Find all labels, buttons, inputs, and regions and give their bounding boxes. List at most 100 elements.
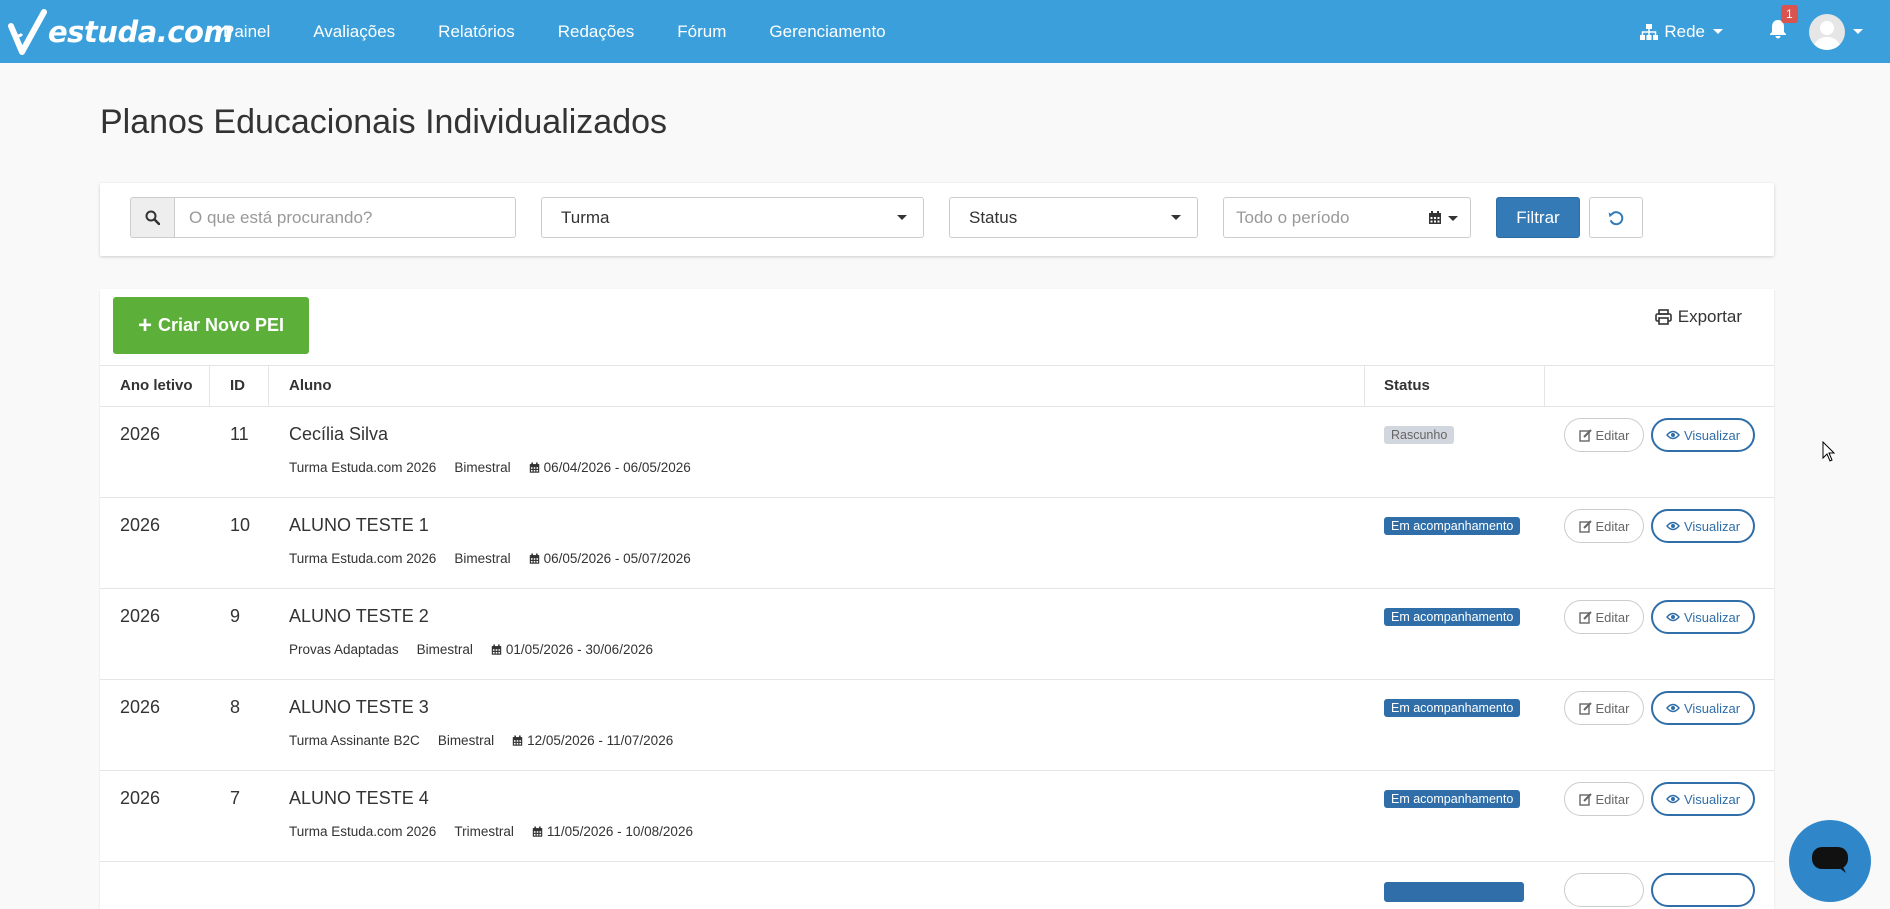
- edit-icon: [1578, 792, 1592, 806]
- edit-icon: [1578, 428, 1592, 442]
- row-turma: Turma Estuda.com 2026: [289, 460, 437, 475]
- row-turma: Provas Adaptadas: [289, 642, 399, 657]
- row-aluno: ALUNO TESTE 4: [289, 788, 429, 808]
- edit-label: Editar: [1595, 700, 1630, 716]
- row-aluno: Cecília Silva: [289, 424, 389, 444]
- period-picker-icons: [1428, 211, 1458, 225]
- table-header: Ano letivo ID Aluno Status: [100, 365, 1774, 407]
- notification-badge: 1: [1781, 5, 1798, 23]
- edit-button[interactable]: Editar: [1564, 418, 1644, 452]
- edit-button[interactable]: Editar: [1564, 600, 1644, 634]
- view-button[interactable]: Visualizar: [1651, 600, 1755, 634]
- view-button[interactable]: Visualizar: [1651, 418, 1755, 452]
- view-label: Visualizar: [1683, 427, 1741, 443]
- edit-label: Editar: [1595, 609, 1630, 625]
- row-details: Turma Estuda.com 2026 Trimestral 11/05/2…: [289, 824, 693, 839]
- row-datas: 01/05/2026 - 30/06/2026: [505, 642, 653, 657]
- edit-button[interactable]: Editar: [1564, 691, 1644, 725]
- view-button[interactable]: [1651, 873, 1755, 907]
- calendar-icon: [512, 735, 523, 746]
- status-select[interactable]: Status: [949, 197, 1198, 238]
- row-id: 10: [230, 515, 251, 535]
- row-periodo: Bimestral: [454, 460, 511, 475]
- period-picker[interactable]: Todo o período: [1223, 197, 1471, 238]
- export-label: Exportar: [1677, 307, 1742, 326]
- view-label: Visualizar: [1683, 518, 1741, 534]
- calendar-icon: [491, 644, 502, 655]
- edit-label: Editar: [1595, 427, 1630, 443]
- export-button[interactable]: Exportar: [1654, 307, 1742, 327]
- chevron-down-icon: [1171, 215, 1181, 220]
- edit-icon: [1578, 519, 1592, 533]
- search-input[interactable]: [174, 197, 516, 238]
- view-button[interactable]: Visualizar: [1651, 691, 1755, 725]
- row-datas: 06/05/2026 - 05/07/2026: [543, 551, 691, 566]
- filter-button[interactable]: Filtrar: [1496, 197, 1580, 238]
- table-row: 2026 11 Cecília Silva Turma Estuda.com 2…: [100, 407, 1774, 498]
- nav-avaliacoes[interactable]: Avaliações: [313, 22, 395, 42]
- user-menu-chevron-icon[interactable]: [1853, 29, 1863, 34]
- eye-icon: [1666, 703, 1680, 713]
- nav-relatorios[interactable]: Relatórios: [438, 22, 515, 42]
- status-badge: Rascunho: [1384, 426, 1455, 444]
- edit-button[interactable]: Editar: [1564, 509, 1644, 543]
- rede-dropdown[interactable]: Rede: [1640, 22, 1723, 42]
- row-aluno: ALUNO TESTE 2: [289, 606, 429, 626]
- logo-text: estuda.com: [48, 15, 234, 49]
- view-label: Visualizar: [1683, 700, 1741, 716]
- user-avatar[interactable]: [1809, 13, 1845, 50]
- row-details: Provas Adaptadas Bimestral 01/05/2026 - …: [289, 642, 653, 657]
- status-badge: Em acompanhamento: [1384, 608, 1521, 626]
- row-id: 9: [230, 606, 241, 626]
- edit-button[interactable]: [1564, 873, 1644, 907]
- table-row: 2026 9 ALUNO TESTE 2 Provas Adaptadas Bi…: [100, 589, 1774, 680]
- chevron-down-icon: [1713, 29, 1723, 34]
- sitemap-icon: [1640, 23, 1659, 40]
- row-periodo: Trimestral: [454, 824, 514, 839]
- notifications-button[interactable]: 1: [1769, 5, 1798, 44]
- print-icon: [1654, 309, 1672, 325]
- create-pei-button[interactable]: + Criar Novo PEI: [113, 297, 309, 354]
- search-icon: [145, 210, 160, 225]
- reset-filters-button[interactable]: [1589, 197, 1643, 238]
- mouse-cursor-icon: [1822, 441, 1836, 462]
- view-button[interactable]: Visualizar: [1651, 509, 1755, 543]
- nav-painel[interactable]: Painel: [223, 22, 270, 42]
- table-row: 2026 8 ALUNO TESTE 3 Turma Assinante B2C…: [100, 680, 1774, 771]
- row-ano: 2026: [120, 788, 161, 808]
- calendar-icon: [1429, 211, 1441, 224]
- estuda-logo[interactable]: estuda.com: [8, 6, 234, 58]
- row-aluno: ALUNO TESTE 3: [289, 697, 429, 717]
- header-id: ID: [230, 377, 245, 394]
- edit-label: Editar: [1595, 791, 1630, 807]
- create-pei-label: Criar Novo PEI: [157, 315, 285, 335]
- plus-icon: +: [137, 311, 152, 339]
- status-badge: [1384, 882, 1524, 902]
- nav-forum[interactable]: Fórum: [677, 22, 726, 42]
- eye-icon: [1666, 521, 1680, 531]
- chat-widget-button[interactable]: [1789, 820, 1871, 902]
- row-periodo: Bimestral: [416, 642, 473, 657]
- nav-gerenciamento[interactable]: Gerenciamento: [769, 22, 885, 42]
- row-details: Turma Estuda.com 2026 Bimestral 06/04/20…: [289, 460, 691, 475]
- eye-icon: [1666, 430, 1680, 440]
- turma-select-label: Turma: [561, 207, 610, 227]
- chevron-down-icon: [1448, 215, 1458, 221]
- status-select-label: Status: [969, 207, 1018, 227]
- row-periodo: Bimestral: [454, 551, 511, 566]
- search-group: [130, 197, 516, 238]
- page-title: Planos Educacionais Individualizados: [100, 103, 668, 141]
- nav-redacoes[interactable]: Redações: [558, 22, 635, 42]
- turma-select[interactable]: Turma: [541, 197, 924, 238]
- row-id: 8: [230, 697, 241, 717]
- edit-button[interactable]: Editar: [1564, 782, 1644, 816]
- table-row: 2026 10 ALUNO TESTE 1 Turma Estuda.com 2…: [100, 498, 1774, 589]
- row-ano: 2026: [120, 606, 161, 626]
- view-button[interactable]: Visualizar: [1651, 782, 1755, 816]
- eye-icon: [1666, 794, 1680, 804]
- row-turma: Turma Assinante B2C: [289, 733, 420, 748]
- view-label: Visualizar: [1683, 791, 1741, 807]
- column-divider: [268, 366, 269, 406]
- row-periodo: Bimestral: [437, 733, 495, 748]
- row-id: 11: [230, 424, 249, 444]
